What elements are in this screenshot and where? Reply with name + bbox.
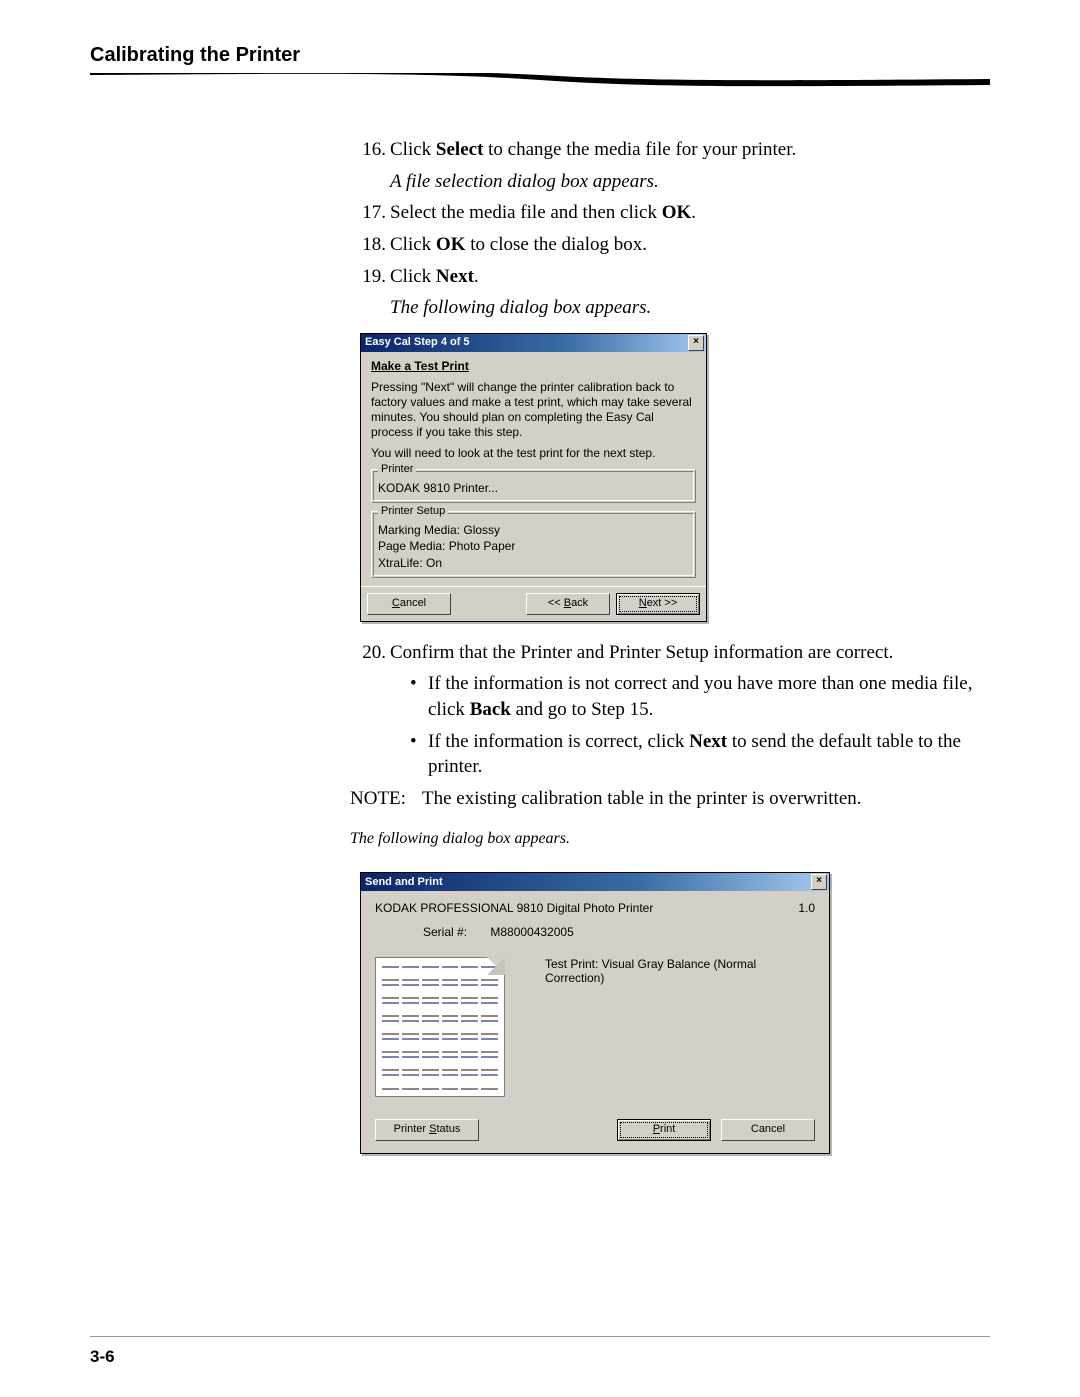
document-page: Calibrating the Printer 16. Click Select… <box>0 0 1080 1397</box>
step-text: Click Select to change the media file fo… <box>390 137 990 163</box>
next-button[interactable]: Next >> <box>616 593 700 615</box>
bullet-icon: • <box>410 671 428 722</box>
dialog-button-row: Cancel << Back Next >> <box>361 586 706 621</box>
setup-line: Marking Media: Glossy <box>378 522 689 538</box>
step-list: 16. Click Select to change the media fil… <box>350 137 990 163</box>
dialog-button-row: Printer Status Print Cancel <box>375 1119 815 1141</box>
serial-label: Serial #: <box>423 925 487 939</box>
step-result: A file selection dialog box appears. <box>390 169 990 195</box>
test-print-label: Test Print: Visual Gray Balance (Normal … <box>545 957 775 985</box>
step-16: 16. Click Select to change the media fil… <box>350 137 990 163</box>
test-print-preview <box>375 957 505 1097</box>
step-19: 19. Click Next. <box>350 264 990 290</box>
dialog-heading: Make a Test Print <box>371 358 696 374</box>
dialog-paragraph: Pressing "Next" will change the printer … <box>371 380 696 440</box>
dog-ear-icon <box>487 957 505 975</box>
printer-groupbox: Printer KODAK 9810 Printer... <box>371 469 696 503</box>
footer-rule <box>90 1336 990 1337</box>
note: NOTE: The existing calibration table in … <box>350 786 990 812</box>
send-and-print-dialog: Send and Print × KODAK PROFESSIONAL 9810… <box>360 872 830 1154</box>
print-button[interactable]: Print <box>617 1119 711 1141</box>
step-20: 20. Confirm that the Printer and Printer… <box>350 640 990 666</box>
step-number: 16. <box>350 137 390 163</box>
page-number: 3-6 <box>90 1347 115 1367</box>
section-heading: Calibrating the Printer <box>90 44 990 67</box>
step-result: The following dialog box appears. <box>390 295 990 321</box>
bullet-icon: • <box>410 729 428 780</box>
close-icon[interactable]: × <box>688 335 704 351</box>
bullet-item: • If the information is not correct and … <box>410 671 990 722</box>
close-icon[interactable]: × <box>811 874 827 890</box>
note-label: NOTE: <box>350 786 422 812</box>
cancel-button[interactable]: Cancel <box>367 593 451 615</box>
printer-status-button[interactable]: Printer Status <box>375 1119 479 1141</box>
swatch-grid <box>382 966 498 1090</box>
setup-line: XtraLife: On <box>378 555 689 571</box>
bullet-list: • If the information is not correct and … <box>410 671 990 780</box>
printer-value: KODAK 9810 Printer... <box>378 480 689 496</box>
dialog-titlebar[interactable]: Send and Print × <box>361 873 829 891</box>
printer-name: KODAK PROFESSIONAL 9810 Digital Photo Pr… <box>375 901 653 915</box>
bullet-item: • If the information is correct, click N… <box>410 729 990 780</box>
note-text: The existing calibration table in the pr… <box>422 786 862 812</box>
version-label: 1.0 <box>798 901 815 915</box>
body-column: 16. Click Select to change the media fil… <box>350 137 990 812</box>
dialog-title: Easy Cal Step 4 of 5 <box>365 335 470 350</box>
serial-value: M88000432005 <box>490 925 573 939</box>
group-legend: Printer Setup <box>378 504 448 519</box>
dialog-titlebar[interactable]: Easy Cal Step 4 of 5 × <box>361 334 706 352</box>
dialog-lead-in: The following dialog box appears. <box>350 830 990 848</box>
group-legend: Printer <box>378 462 416 477</box>
printer-setup-groupbox: Printer Setup Marking Media: Glossy Page… <box>371 511 696 578</box>
step-17: 17. Select the media file and then click… <box>350 200 990 226</box>
dialog-title: Send and Print <box>365 876 443 888</box>
serial-row: Serial #: M88000432005 <box>423 925 815 939</box>
cancel-button[interactable]: Cancel <box>721 1119 815 1141</box>
dialog-paragraph: You will need to look at the test print … <box>371 446 696 461</box>
heading-rule <box>90 73 990 87</box>
back-button[interactable]: << Back <box>526 593 610 615</box>
easy-cal-dialog: Easy Cal Step 4 of 5 × Make a Test Print… <box>360 333 707 622</box>
step-18: 18. Click OK to close the dialog box. <box>350 232 990 258</box>
setup-line: Page Media: Photo Paper <box>378 538 689 554</box>
